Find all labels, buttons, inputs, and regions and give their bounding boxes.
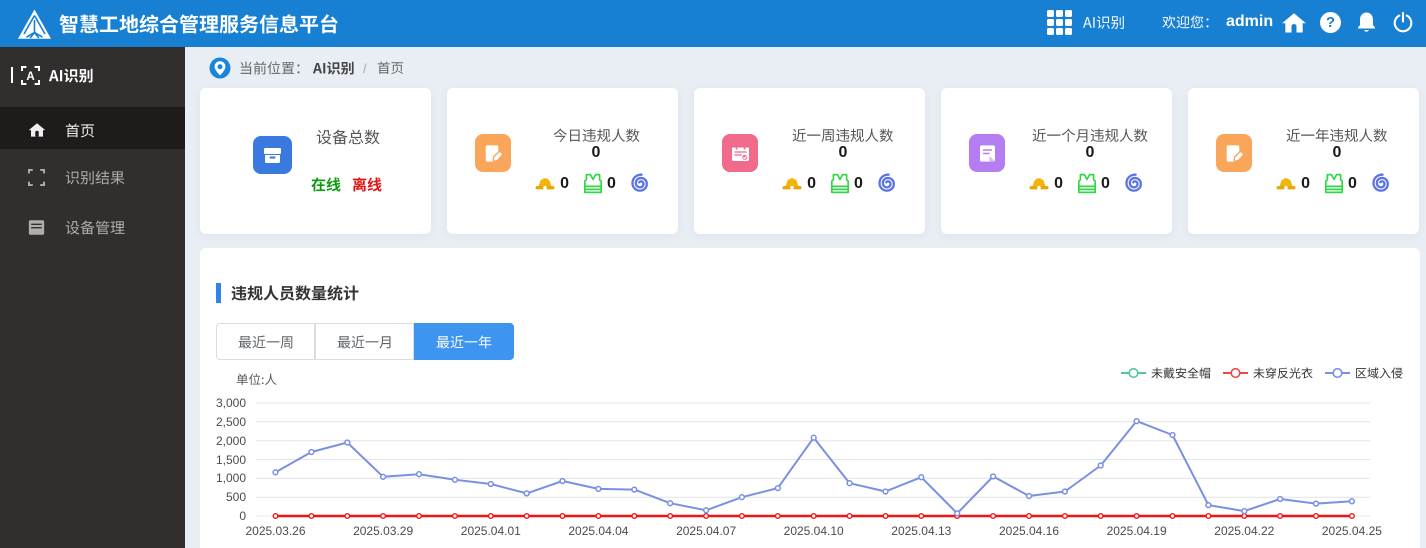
svg-text:A: A: [26, 70, 35, 82]
